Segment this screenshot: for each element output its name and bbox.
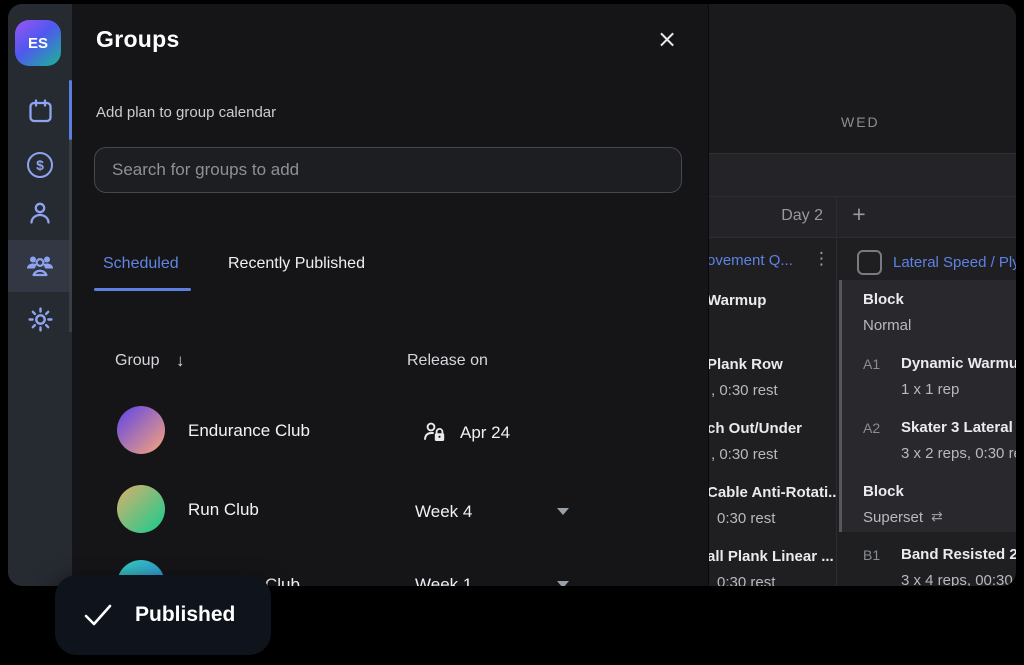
sidebar: ES $ bbox=[8, 4, 72, 586]
dollar-icon: $ bbox=[27, 152, 53, 178]
day-column-header: WED bbox=[709, 4, 1016, 153]
exercise-detail: , 0:30 rest bbox=[711, 382, 778, 399]
release-date[interactable]: Apr 24 bbox=[460, 423, 510, 443]
exercise-detail: 3 x 4 reps, 00:30 re bbox=[901, 572, 1016, 586]
search-input[interactable] bbox=[94, 147, 682, 193]
block-label: Block bbox=[863, 291, 904, 308]
exercise-name: Dynamic Warmup bbox=[901, 355, 1016, 372]
exercise-name: ch Out/Under bbox=[709, 420, 802, 437]
exercise-detail: , 0:30 rest bbox=[711, 446, 778, 463]
workout-title-link[interactable]: ovement Q... bbox=[709, 252, 793, 269]
tab-recently-published[interactable]: Recently Published bbox=[228, 255, 365, 273]
exercise-name: Band Resisted 2 Step bbox=[901, 546, 1016, 563]
workout-checkbox[interactable] bbox=[857, 250, 882, 275]
sidebar-item-payments[interactable]: $ bbox=[16, 141, 64, 189]
group-name[interactable]: Run Club bbox=[188, 500, 259, 520]
release-week-select[interactable]: Week 4 bbox=[415, 502, 472, 522]
exercise-detail: 0:30 rest bbox=[717, 574, 775, 586]
tab-scheduled[interactable]: Scheduled bbox=[103, 255, 179, 273]
modal-title: Groups bbox=[96, 26, 180, 53]
release-week-select[interactable]: Week 1 bbox=[415, 575, 472, 586]
panel-scrollbar[interactable] bbox=[839, 280, 842, 532]
exercise-name: all Plank Linear ... bbox=[709, 548, 834, 565]
exercise-tag: A2 bbox=[863, 420, 880, 436]
workout-title-link[interactable]: Lateral Speed / Plyo bbox=[893, 254, 1016, 271]
chevron-down-icon[interactable] bbox=[557, 581, 569, 586]
add-workout-button[interactable]: + bbox=[845, 200, 873, 228]
chevron-down-icon[interactable] bbox=[557, 508, 569, 515]
app-window: ES $ bbox=[8, 4, 1016, 586]
block-mode: Superset bbox=[863, 509, 923, 526]
exercise-name: Cable Anti-Rotati... bbox=[709, 484, 836, 501]
weekday-label: WED bbox=[841, 114, 880, 130]
exercise-tag: B1 bbox=[863, 547, 880, 563]
stage: ES $ bbox=[0, 0, 1024, 665]
sidebar-item-settings[interactable] bbox=[16, 295, 64, 343]
sort-arrow-icon[interactable]: ↓ bbox=[176, 351, 185, 371]
divider bbox=[709, 196, 1016, 197]
exercise-name: Plank Row bbox=[709, 356, 783, 373]
group-name[interactable]: Endurance Club bbox=[188, 421, 310, 441]
modal-subtitle: Add plan to group calendar bbox=[96, 104, 276, 121]
avatar[interactable]: ES bbox=[15, 20, 61, 66]
calendar-icon bbox=[27, 98, 54, 125]
exercise-name: Warmup bbox=[709, 292, 766, 309]
gear-icon bbox=[27, 306, 54, 333]
kebab-menu-icon[interactable]: ⋮ bbox=[813, 249, 830, 269]
block-mode: Normal bbox=[863, 317, 911, 334]
superset-cycle-icon: ⇄ bbox=[931, 509, 943, 525]
active-tab-underline bbox=[94, 288, 191, 291]
exercise-detail: 3 x 2 reps, 0:30 res bbox=[901, 445, 1016, 462]
group-name[interactable]: Club bbox=[265, 575, 300, 586]
check-icon bbox=[83, 603, 113, 632]
group-avatar bbox=[117, 406, 165, 454]
exercise-tag: A1 bbox=[863, 356, 880, 372]
close-icon[interactable]: × bbox=[650, 22, 684, 56]
person-lock-icon bbox=[423, 421, 447, 448]
sidebar-item-groups[interactable] bbox=[16, 241, 64, 289]
groups-modal: Groups × Add plan to group calendar Sche… bbox=[72, 4, 708, 586]
exercise-detail: 1 x 1 rep bbox=[901, 381, 959, 398]
day-section-label: Day 2 bbox=[709, 207, 823, 225]
block-panel: Block Normal A1 Dynamic Warmup 1 x 1 rep… bbox=[839, 280, 1016, 532]
block-label: Block bbox=[863, 483, 904, 500]
group-avatar bbox=[117, 485, 165, 533]
workout-card-b: Lateral Speed / Plyo Block Normal A1 Dyn… bbox=[837, 238, 1016, 586]
exercise-detail: 0:30 rest bbox=[717, 510, 775, 527]
published-toast: Published bbox=[55, 575, 271, 655]
exercise-name: Skater 3 Lateral Hop bbox=[901, 419, 1016, 436]
workout-card-a: ovement Q... ⋮ Warmup Plank Row , 0:30 r… bbox=[709, 238, 836, 586]
toast-label: Published bbox=[135, 575, 235, 655]
groups-icon bbox=[25, 251, 55, 279]
column-header-release: Release on bbox=[407, 352, 488, 370]
sidebar-item-calendar[interactable] bbox=[16, 87, 64, 135]
column-header-group[interactable]: Group bbox=[115, 352, 159, 370]
sidebar-item-athletes[interactable] bbox=[16, 189, 64, 237]
calendar-background: WED Day 2 + ovement Q... ⋮ Warmup Plank … bbox=[708, 4, 1016, 586]
person-icon bbox=[27, 200, 53, 226]
